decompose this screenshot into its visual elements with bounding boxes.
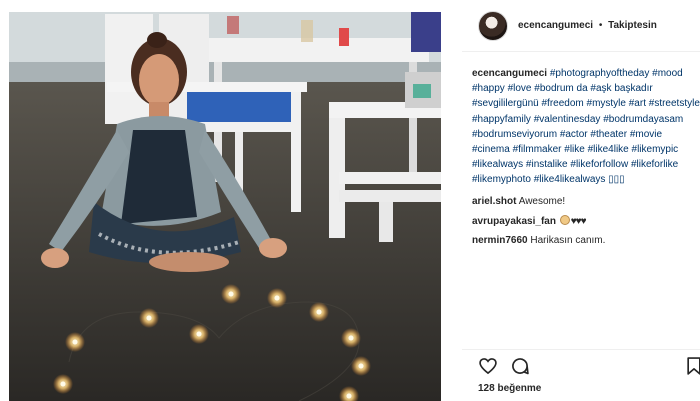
caption-hashtags[interactable]: #photographyoftheday #mood #happy #love … bbox=[472, 68, 700, 185]
comment-text: ♥♥♥ bbox=[570, 216, 587, 227]
candles-layer bbox=[53, 284, 371, 401]
post-actions bbox=[478, 356, 700, 378]
follow-status[interactable]: Takiptesin bbox=[608, 20, 657, 31]
comment-username[interactable]: avrupayakasi_fan bbox=[472, 216, 556, 227]
candle-group bbox=[53, 284, 371, 401]
comment-item: avrupayakasi_fan ♥♥♥ bbox=[472, 215, 587, 229]
header-text: ecencangumeci • Takiptesin bbox=[518, 20, 657, 31]
comment-text: Harikasın canım. bbox=[530, 235, 606, 246]
comment-username[interactable]: ariel.shot bbox=[472, 196, 516, 207]
post-caption: ecencangumeci #photographyoftheday #mood… bbox=[472, 66, 700, 188]
header-separator: • bbox=[598, 20, 603, 31]
likes-count[interactable]: 128 beğenme bbox=[478, 383, 541, 394]
post-photo-area bbox=[0, 0, 462, 401]
bookmark-icon[interactable] bbox=[684, 356, 700, 376]
heart-icon[interactable] bbox=[478, 356, 498, 376]
actions-divider bbox=[462, 349, 700, 350]
comment-icon[interactable] bbox=[510, 356, 530, 376]
comment-item: ariel.shot Awesome! bbox=[472, 195, 565, 209]
post-photo[interactable] bbox=[9, 12, 441, 401]
comment-text: Awesome! bbox=[518, 196, 566, 207]
post-header: ecencangumeci • Takiptesin bbox=[462, 0, 700, 52]
post-details-panel: ecencangumeci • Takiptesin ecencangumeci… bbox=[462, 0, 700, 401]
avatar[interactable] bbox=[478, 10, 508, 41]
author-username[interactable]: ecencangumeci bbox=[518, 20, 593, 31]
raised-hands-emoji-icon bbox=[559, 215, 570, 225]
comment-item: nermin7660 Harikasın canım. bbox=[472, 234, 605, 248]
caption-username[interactable]: ecencangumeci bbox=[472, 68, 547, 79]
comment-username[interactable]: nermin7660 bbox=[472, 235, 528, 246]
